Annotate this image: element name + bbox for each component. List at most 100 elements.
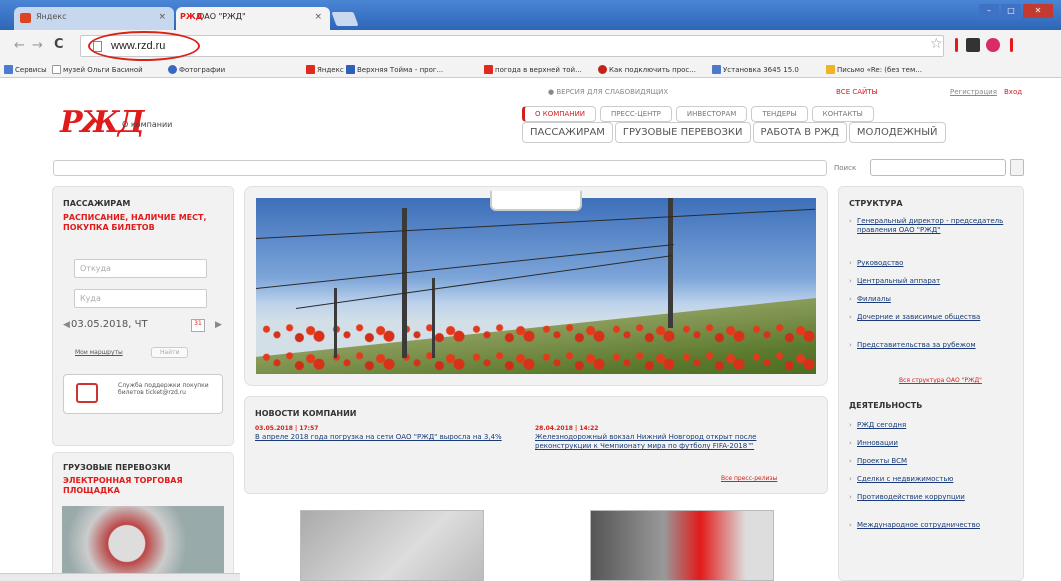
promo-banner-chart[interactable] (300, 510, 484, 581)
tab-yandex[interactable]: Яндекс × (14, 7, 174, 30)
register-link[interactable]: Регистрация (950, 88, 997, 96)
to-field[interactable]: Куда (74, 289, 207, 308)
accessible-version-link[interactable]: ● ВЕРСИЯ ДЛЯ СЛАБОВИДЯЩИХ (548, 88, 668, 96)
schedule-link[interactable]: РАСПИСАНИЕ, НАЛИЧИЕ МЕСТ, ПОКУПКА БИЛЕТО… (63, 213, 213, 233)
support-text: Служба поддержки покупки билетов ticket@… (118, 382, 209, 396)
nav-about[interactable]: О КОМПАНИИ (522, 106, 597, 122)
address-bar[interactable]: www.rzd.ru (80, 35, 944, 57)
extension-red2-icon[interactable] (1010, 38, 1013, 52)
structure-link[interactable]: Филиалы (849, 295, 1017, 304)
hero-pole (668, 198, 673, 328)
tab-rzd[interactable]: РЖД ОАО "РЖД" × (176, 7, 330, 30)
calendar-icon[interactable]: 31 (191, 319, 205, 332)
login-link[interactable]: Вход (1004, 88, 1022, 96)
find-button[interactable]: Найти (151, 347, 189, 358)
close-window-button[interactable]: ✕ (1023, 4, 1053, 18)
etp-link[interactable]: ЭЛЕКТРОННАЯ ТОРГОВАЯ ПЛОЩАДКА (63, 476, 213, 496)
vk-icon (346, 65, 355, 74)
all-sites-link[interactable]: ВСЕ САЙТЫ (836, 88, 878, 96)
hero-wire (256, 208, 816, 239)
nav-freight[interactable]: ГРУЗОВЫЕ ПЕРЕВОЗКИ (614, 122, 751, 143)
tab-label: ОАО "РЖД" (198, 12, 246, 21)
browser-titlebar: Яндекс × РЖД ОАО "РЖД" × – □ ✕ (0, 0, 1061, 30)
next-date-arrow-icon[interactable]: ▶ (215, 320, 222, 330)
nav-press[interactable]: ПРЕСС-ЦЕНТР (600, 106, 672, 122)
structure-link[interactable]: Генеральный директор - председатель прав… (849, 217, 1017, 235)
search-button[interactable] (1010, 159, 1024, 176)
hero-pole (334, 288, 337, 358)
rzd-favicon-icon: РЖД (180, 12, 203, 21)
bookmark-item[interactable]: погода в верхней той... (484, 65, 582, 74)
extension-dark-icon[interactable] (966, 38, 980, 52)
all-structure-link[interactable]: Вся структура ОАО "РЖД" (899, 377, 982, 384)
reload-button[interactable]: C (54, 37, 64, 52)
hero-wire (256, 244, 674, 289)
hero-slider-handle[interactable] (490, 191, 582, 211)
minimize-button[interactable]: – (979, 4, 999, 18)
activity-link[interactable]: Инновации (849, 439, 1017, 448)
activity-link[interactable]: Противодействие коррупции (849, 493, 1017, 502)
breadcrumb-bar (53, 160, 827, 176)
bookmark-star-icon[interactable]: ☆ (930, 36, 943, 52)
support-box[interactable]: Служба поддержки покупки билетов ticket@… (63, 374, 223, 414)
bookmark-item[interactable]: Установка 3645 15.0 (712, 65, 799, 74)
nav-investors[interactable]: ИНВЕСТОРАМ (675, 106, 748, 122)
yandex-icon (484, 65, 493, 74)
structure-link[interactable]: Центральный аппарат (849, 277, 1017, 286)
hero-pole (432, 278, 435, 358)
passengers-heading: ПАССАЖИРАМ (63, 199, 131, 208)
search-input[interactable] (870, 159, 1006, 176)
status-bar (0, 573, 240, 581)
activity-link[interactable]: Сделки с недвижимостью (849, 475, 1017, 484)
bookmark-item[interactable]: музей Ольги Басиной (52, 65, 143, 74)
bookmark-item[interactable]: Яндекс (306, 65, 344, 74)
news-title-link[interactable]: Железнодорожный вокзал Нижний Новгород о… (535, 433, 815, 451)
structure-link[interactable]: Дочерние и зависимые общества (849, 313, 1017, 322)
nav-contacts[interactable]: КОНТАКТЫ (811, 106, 874, 122)
activity-link[interactable]: РЖД сегодня (849, 421, 1017, 430)
news-title-link[interactable]: В апреле 2018 года погрузка на сети ОАО … (255, 433, 525, 442)
my-routes-link[interactable]: Мои маршруты (75, 349, 123, 356)
apps-icon (4, 65, 13, 74)
structure-link[interactable]: Руководство (849, 259, 1017, 268)
nav-passengers[interactable]: ПАССАЖИРАМ (522, 122, 613, 143)
all-press-releases-link[interactable]: Все пресс-релизы (721, 475, 777, 482)
structure-link[interactable]: Представительства за рубежом (849, 341, 1017, 350)
tab-close-icon[interactable]: × (314, 12, 322, 22)
nav-youth[interactable]: МОЛОДЕЖНЫЙ (848, 122, 946, 143)
nav-careers[interactable]: РАБОТА В РЖД (752, 122, 847, 143)
bookmark-item[interactable]: Сервисы (4, 65, 47, 74)
bookmark-item[interactable]: Письмо «Re: (без тем... (826, 65, 922, 74)
activity-heading: ДЕЯТЕЛЬНОСТЬ (849, 401, 923, 410)
new-tab-button[interactable] (331, 12, 359, 26)
freight-promo-image[interactable] (62, 506, 224, 581)
back-button[interactable]: ← (14, 38, 25, 53)
bookmark-item[interactable]: Фотографии (168, 65, 225, 74)
activity-link[interactable]: Международное сотрудничество (849, 521, 1017, 530)
bookmarks-bar: Сервисы музей Ольги Басиной Фотографии Я… (0, 62, 1061, 78)
promo-banner-train[interactable] (590, 510, 774, 581)
tab-close-icon[interactable]: × (158, 12, 166, 22)
from-field[interactable]: Откуда (74, 259, 207, 278)
prev-date-arrow-icon[interactable]: ◀ (63, 320, 70, 330)
url-highlight-circle (88, 31, 200, 61)
app-icon (712, 65, 721, 74)
extension-pink-icon[interactable] (986, 38, 1000, 52)
hero-poppies (256, 318, 816, 374)
news-block: НОВОСТИ КОМПАНИИ 03.05.2018 | 17:57 В ап… (244, 396, 828, 494)
news-date: 03.05.2018 | 17:57 (255, 425, 319, 432)
date-field[interactable]: 03.05.2018, ЧТ (71, 319, 148, 330)
right-sidebar: СТРУКТУРА Генеральный директор - председ… (838, 186, 1024, 581)
nav-tenders[interactable]: ТЕНДЕРЫ (751, 106, 808, 122)
bookmark-item[interactable]: Как подключить прос... (598, 65, 696, 74)
bookmark-item[interactable]: Верхняя Тойма - прог... (346, 65, 443, 74)
news-heading: НОВОСТИ КОМПАНИИ (255, 409, 357, 418)
structure-heading: СТРУКТУРА (849, 199, 903, 208)
hero-image[interactable] (256, 198, 816, 374)
activity-link[interactable]: Проекты ВСМ (849, 457, 1017, 466)
maximize-button[interactable]: □ (1001, 4, 1021, 18)
main-nav: ПАССАЖИРАМ ГРУЗОВЫЕ ПЕРЕВОЗКИ РАБОТА В Р… (522, 122, 948, 143)
forward-button[interactable]: → (32, 38, 43, 53)
mail-icon (826, 65, 835, 74)
extension-red-icon[interactable] (955, 38, 958, 52)
